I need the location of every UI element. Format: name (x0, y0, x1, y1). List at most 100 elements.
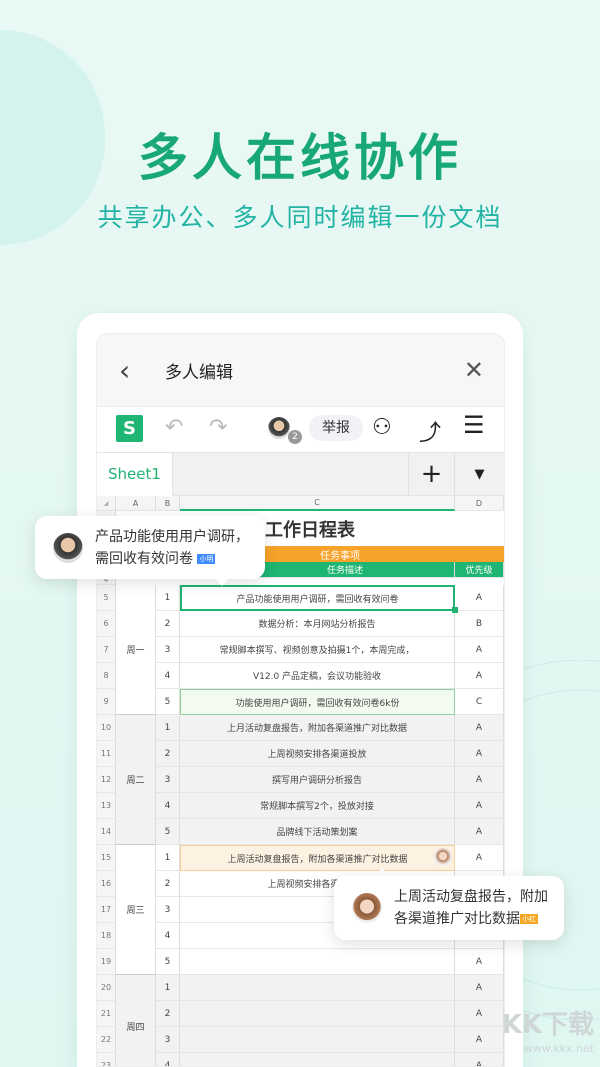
cell-index[interactable]: 4 (156, 663, 180, 689)
cell-index[interactable]: 2 (156, 741, 180, 767)
hero-title: 多人在线协作 (138, 129, 462, 187)
column-header-c[interactable]: C (180, 496, 455, 511)
selection-handle[interactable] (452, 607, 458, 613)
priority-cell[interactable]: A (455, 637, 504, 663)
task-description-cell[interactable] (180, 949, 455, 975)
cell-index[interactable]: 1 (156, 715, 180, 741)
row-header[interactable]: 19 (97, 949, 116, 975)
comment-bubble: 产品功能使用用户调研， 需回收有效问卷 小明 (35, 516, 265, 579)
row-header[interactable]: 10 (97, 715, 116, 741)
priority-cell[interactable]: A (455, 949, 504, 975)
cell-index[interactable]: 5 (156, 819, 180, 845)
day-cell[interactable]: 周四 (116, 975, 156, 1066)
row-header[interactable]: 5 (97, 585, 116, 611)
task-description-cell[interactable]: 产品功能使用用户调研，需回收有效问卷 (180, 585, 455, 611)
cell-index[interactable]: 3 (156, 637, 180, 663)
task-description-cell[interactable]: 上月活动复盘报告，附加各渠道推广对比数据 (180, 715, 455, 741)
task-description-cell[interactable]: 常规脚本撰写、视频创意及拍摄1个，本周完成， (180, 637, 455, 663)
cell-index[interactable]: 5 (156, 689, 180, 715)
priority-cell[interactable]: A (455, 1053, 504, 1066)
task-description-cell[interactable] (180, 1001, 455, 1027)
cell-index[interactable]: 1 (156, 585, 180, 611)
priority-cell[interactable]: A (455, 741, 504, 767)
user-tag: 小红 (520, 914, 538, 924)
day-cell[interactable]: 周一 (116, 585, 156, 715)
column-header-d[interactable]: D (455, 496, 504, 511)
priority-cell[interactable]: A (455, 1027, 504, 1053)
cell-index[interactable]: 4 (156, 793, 180, 819)
collaborator-avatar[interactable] (268, 417, 290, 439)
row-header[interactable]: 18 (97, 923, 116, 949)
spreadsheet-grid[interactable]: ◢ A B C D 工作日程表 任务事项 任务描述 优先级 4 5 1 产品功能使用用户调研，需回收有效… (97, 496, 504, 1066)
cell-index[interactable]: 3 (156, 897, 180, 923)
priority-cell[interactable]: A (455, 767, 504, 793)
close-icon[interactable]: ✕ (464, 356, 484, 384)
cell-index[interactable]: 3 (156, 767, 180, 793)
row-header[interactable]: 15 (97, 845, 116, 871)
row-header[interactable]: 14 (97, 819, 116, 845)
row-header[interactable]: 21 (97, 1001, 116, 1027)
priority-cell[interactable]: A (455, 845, 504, 871)
cell-index[interactable]: 2 (156, 611, 180, 637)
row-header[interactable]: 22 (97, 1027, 116, 1053)
sheet-menu-button[interactable]: ▼ (454, 453, 504, 496)
cell-index[interactable]: 3 (156, 1027, 180, 1053)
cell-index[interactable]: 2 (156, 871, 180, 897)
task-description-cell[interactable]: 数据分析：本月网站分析报告 (180, 611, 455, 637)
cell-index[interactable]: 4 (156, 923, 180, 949)
title-bar: ‹ 多人编辑 ✕ (97, 334, 504, 406)
task-description-cell[interactable]: 品牌线下活动策划案 (180, 819, 455, 845)
row-header[interactable]: 11 (97, 741, 116, 767)
cell-index[interactable]: 2 (156, 1001, 180, 1027)
user-avatar (352, 893, 382, 923)
undo-icon[interactable]: ↶ (165, 415, 183, 440)
task-description-cell[interactable]: 功能使用用户调研，需回收有效问卷6k份 (180, 689, 455, 715)
sheet-tab-sheet1[interactable]: Sheet1 (97, 453, 173, 496)
cell-index[interactable]: 5 (156, 949, 180, 975)
row-header[interactable]: 9 (97, 689, 116, 715)
row-header[interactable]: 17 (97, 897, 116, 923)
task-description-cell[interactable] (180, 975, 455, 1001)
task-description-cell[interactable]: 上周视频安排各渠道投放 (180, 741, 455, 767)
redo-icon[interactable]: ↷ (209, 415, 227, 440)
column-header-b[interactable]: B (156, 496, 180, 511)
row-header[interactable]: 20 (97, 975, 116, 1001)
priority-cell[interactable]: A (455, 975, 504, 1001)
priority-cell[interactable]: A (455, 1001, 504, 1027)
cell-index[interactable]: 1 (156, 975, 180, 1001)
row-header[interactable]: 13 (97, 793, 116, 819)
menu-icon[interactable]: ☰ (463, 411, 485, 439)
task-description-cell[interactable]: V12.0 产品定稿，会议功能验收 (180, 663, 455, 689)
task-description-cell[interactable]: 撰写用户调研分析报告 (180, 767, 455, 793)
row-header[interactable]: 12 (97, 767, 116, 793)
row-header[interactable]: 7 (97, 637, 116, 663)
share-icon[interactable]: ⤴ (419, 415, 441, 447)
priority-cell[interactable]: A (455, 715, 504, 741)
task-description-cell[interactable]: 常规脚本撰写2个，投放对接 (180, 793, 455, 819)
row-header[interactable]: 8 (97, 663, 116, 689)
priority-cell[interactable]: B (455, 611, 504, 637)
priority-cell[interactable]: A (455, 585, 504, 611)
row-header[interactable]: 6 (97, 611, 116, 637)
bubble-pointer (375, 868, 389, 876)
column-header-a[interactable]: A (116, 496, 156, 511)
add-sheet-button[interactable]: + (408, 453, 454, 496)
row-header[interactable]: 23 (97, 1053, 116, 1066)
day-cell[interactable]: 周三 (116, 845, 156, 975)
priority-cell[interactable]: C (455, 689, 504, 715)
row-header[interactable]: 16 (97, 871, 116, 897)
task-description-cell[interactable] (180, 1053, 455, 1066)
app-logo-icon: S (116, 415, 143, 442)
back-icon[interactable]: ‹ (119, 354, 130, 387)
day-cell[interactable]: 周二 (116, 715, 156, 845)
priority-cell[interactable]: A (455, 793, 504, 819)
cell-index[interactable]: 4 (156, 1053, 180, 1066)
select-all-corner[interactable]: ◢ (97, 496, 116, 511)
cell-index[interactable]: 1 (156, 845, 180, 871)
priority-cell[interactable]: A (455, 663, 504, 689)
task-description-cell[interactable] (180, 1027, 455, 1053)
report-button[interactable]: 举报 (309, 415, 363, 441)
priority-cell[interactable]: A (455, 819, 504, 845)
add-user-icon[interactable]: ⚇ (372, 415, 392, 440)
task-description-cell[interactable]: 上周活动复盘报告，附加各渠道推广对比数据 (180, 845, 455, 871)
